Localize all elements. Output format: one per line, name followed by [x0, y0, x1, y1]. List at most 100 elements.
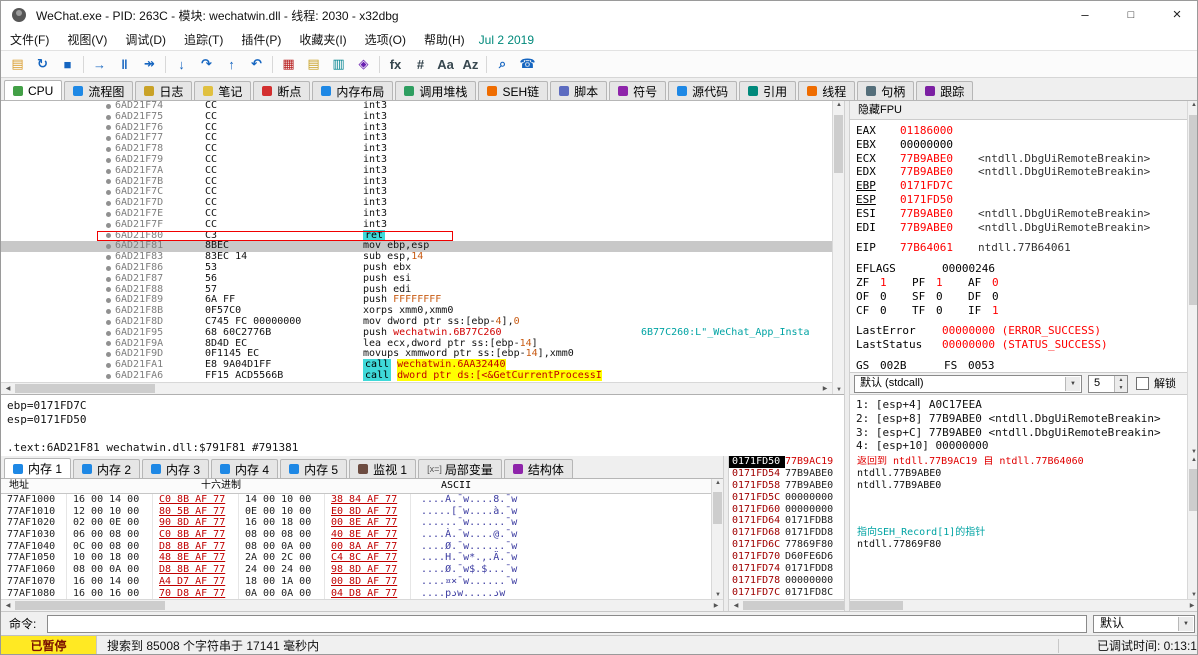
hide-fpu-button[interactable]: 隐藏FPU: [850, 101, 1187, 120]
register-row[interactable]: LastError00000000 (ERROR_SUCCESS): [856, 324, 1187, 338]
breakpoint-gutter[interactable]: [101, 179, 115, 184]
register-row[interactable]: EDI77B9ABE0<ntdll.DbgUiRemoteBreakin>: [856, 221, 1187, 235]
register-row[interactable]: EBP0171FD7C: [856, 179, 1187, 193]
register-row[interactable]: ZF1PF1AF0: [856, 276, 1187, 290]
register-row[interactable]: OF0SF0DF0: [856, 290, 1187, 304]
stack-row[interactable]: 0171FD640171FDB8: [729, 515, 1187, 527]
menu-debug[interactable]: 调试(D): [116, 29, 175, 51]
breakpoint-gutter[interactable]: [101, 104, 115, 109]
argument-row[interactable]: 2: [esp+8] 77B9ABE0 <ntdll.DbgUiRemoteBr…: [856, 412, 1187, 426]
calculator-button[interactable]: fx: [383, 53, 408, 76]
dump-vertical-scrollbar[interactable]: ▲ ▼: [711, 479, 723, 599]
breakpoint-gutter[interactable]: [101, 169, 115, 174]
dump-row[interactable]: 77AF102002 00 0E 0090 8D AF 7716 00 18 0…: [1, 517, 711, 529]
menu-favourites[interactable]: 收藏夹(I): [290, 29, 355, 51]
breakpoint-gutter[interactable]: [101, 363, 115, 368]
stack-pane[interactable]: 0171FD5077B9AC19返回到 ntdll.77B9AC19 自 ntd…: [729, 456, 1187, 599]
argument-count-spinner[interactable]: 5▲▼: [1088, 375, 1128, 393]
stack-row[interactable]: 0171FD7800000000: [729, 575, 1187, 587]
run-button[interactable]: →: [87, 53, 112, 76]
search-button[interactable]: ⌕: [490, 53, 515, 76]
scrollbar-thumb[interactable]: [713, 492, 722, 524]
scrollbar-thumb[interactable]: [1189, 469, 1198, 511]
argument-row[interactable]: 1: [esp+4] A0C17EEA: [856, 398, 1187, 412]
scroll-left-icon[interactable]: ◀: [2, 385, 14, 392]
registers-vertical-scrollbar[interactable]: ▲ ▼: [1187, 101, 1198, 456]
disasm-row[interactable]: 6AD21F75CCint3: [1, 112, 832, 123]
breakpoint-gutter[interactable]: [101, 147, 115, 152]
disassembly-vertical-scrollbar[interactable]: ▲ ▼: [832, 101, 844, 394]
scroll-right-icon[interactable]: ▶: [710, 602, 722, 609]
register-row[interactable]: EIP77B64061ntdll.77B64061: [856, 241, 1187, 255]
dump-row[interactable]: 77AF106008 00 0A 00D8 8B AF 7724 00 24 0…: [1, 564, 711, 576]
register-row[interactable]: CF0TF0IF1: [856, 304, 1187, 318]
dump-row[interactable]: 77AF107016 00 14 00A4 D7 AF 7718 00 1A 0…: [1, 576, 711, 588]
arguments-list[interactable]: 1: [esp+4] A0C17EEA2: [esp+8] 77B9ABE0 <…: [850, 395, 1187, 456]
bottom-tab-watch-1[interactable]: 监视 1: [349, 459, 416, 478]
tab-symbols[interactable]: 符号: [609, 81, 666, 100]
patches-button[interactable]: ▦: [276, 53, 301, 76]
breakpoint-gutter[interactable]: [101, 352, 115, 357]
unlock-checkbox[interactable]: [1136, 377, 1149, 390]
breakpoint-gutter[interactable]: [101, 223, 115, 228]
stack-row[interactable]: 0171FD680171FDD8指向SEH_Record[1]的指针: [729, 527, 1187, 539]
breakpoint-gutter[interactable]: [101, 244, 115, 249]
register-row[interactable]: GS002BFS0053: [856, 359, 1187, 372]
scrollbar-thumb[interactable]: [15, 601, 165, 610]
breakpoint-gutter[interactable]: [101, 374, 115, 379]
disasm-row[interactable]: 6AD21F7ACCint3: [1, 166, 832, 177]
stack-row[interactable]: 0171FD5077B9AC19返回到 ntdll.77B9AC19 自 ntd…: [729, 456, 1187, 468]
menu-options[interactable]: 选项(O): [356, 29, 415, 51]
open-file-button[interactable]: ▤: [5, 53, 30, 76]
memory-map-tool-button[interactable]: ▥: [326, 53, 351, 76]
disasm-row[interactable]: 6AD21F8756push esi: [1, 274, 832, 285]
scroll-down-icon[interactable]: ▼: [1188, 592, 1198, 598]
execute-till-return-button[interactable]: ↑: [219, 53, 244, 76]
maximize-button[interactable]: □: [1109, 1, 1153, 29]
dump-row[interactable]: 77AF10400C 00 08 00D8 8B AF 7708 00 0A 0…: [1, 541, 711, 553]
scroll-left-icon[interactable]: ◀: [2, 602, 14, 609]
bottom-tab-memory-1[interactable]: 内存 1: [4, 458, 71, 478]
scroll-up-icon[interactable]: ▲: [1188, 457, 1198, 463]
tab-call-stack[interactable]: 调用堆栈: [395, 81, 476, 100]
scroll-up-icon[interactable]: ▲: [1188, 102, 1198, 108]
stop-button[interactable]: ■: [55, 53, 80, 76]
dump-row[interactable]: 77AF101012 00 10 0080 5B AF 770E 00 10 0…: [1, 506, 711, 518]
scrollbar-thumb[interactable]: [1189, 115, 1198, 305]
scroll-right-icon[interactable]: ▶: [819, 385, 831, 392]
registers-list[interactable]: EAX01186000EBX00000000ECX77B9ABE0<ntdll.…: [850, 120, 1187, 372]
stack-row[interactable]: 0171FD70D60FE6D6: [729, 551, 1187, 563]
register-row[interactable]: ECX77B9ABE0<ntdll.DbgUiRemoteBreakin>: [856, 152, 1187, 166]
calling-convention-select[interactable]: 默认 (stdcall)▼: [854, 375, 1082, 393]
breakpoint-gutter[interactable]: [101, 136, 115, 141]
stack-row[interactable]: 0171FD5477B9ABE0ntdll.77B9ABE0: [729, 468, 1187, 480]
stack-row[interactable]: 0171FD5877B9ABE0ntdll.77B9ABE0: [729, 480, 1187, 492]
stack-vertical-scrollbar[interactable]: ▲ ▼: [1187, 456, 1198, 599]
scrollbar-thumb[interactable]: [15, 384, 155, 393]
tab-references[interactable]: 引用: [739, 81, 796, 100]
breakpoint-gutter[interactable]: [101, 298, 115, 303]
breakpoint-gutter[interactable]: [101, 212, 115, 217]
main-splitter[interactable]: [844, 101, 850, 611]
dump-row[interactable]: 77AF100016 00 14 00C0 8B AF 7714 00 10 0…: [1, 494, 711, 506]
dump-row[interactable]: 77AF105010 00 18 0048 8E AF 772A 00 2C 0…: [1, 552, 711, 564]
find-references-button[interactable]: Az: [458, 53, 483, 76]
bottom-tab-memory-2[interactable]: 内存 2: [73, 459, 140, 478]
close-button[interactable]: ×: [1155, 1, 1198, 29]
spin-down-icon[interactable]: ▼: [1115, 384, 1127, 392]
tab-trace[interactable]: 跟踪: [916, 81, 973, 100]
tab-breakpoints[interactable]: 断点: [253, 81, 310, 100]
find-strings-button[interactable]: Aa: [433, 53, 458, 76]
step-into-button[interactable]: ↓: [169, 53, 194, 76]
breakpoint-gutter[interactable]: [101, 158, 115, 163]
register-row[interactable]: EAX01186000: [856, 124, 1187, 138]
register-row[interactable]: EFLAGS00000246: [856, 262, 1187, 276]
bottom-tab-memory-3[interactable]: 内存 3: [142, 459, 209, 478]
breakpoint-gutter[interactable]: [101, 341, 115, 346]
stack-row[interactable]: 0171FD6C77869F80ntdll.77869F80: [729, 539, 1187, 551]
step-over-button[interactable]: ↷: [194, 53, 219, 76]
memory-dump-pane[interactable]: 77AF100016 00 14 00C0 8B AF 7714 00 10 0…: [1, 494, 711, 599]
stack-row[interactable]: 0171FD740171FDD8: [729, 563, 1187, 575]
scrollbar-thumb[interactable]: [743, 601, 903, 610]
register-row[interactable]: LastStatus00000000 (STATUS_SUCCESS): [856, 338, 1187, 352]
